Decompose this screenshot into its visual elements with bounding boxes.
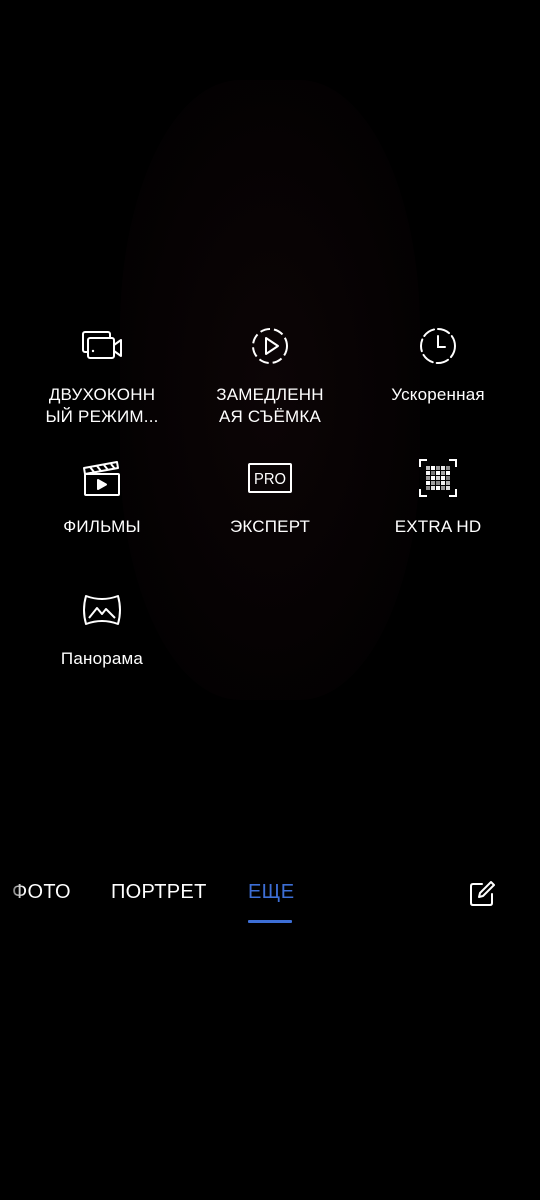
mode-label: EXTRA HD — [394, 517, 482, 536]
more-modes-grid: ДВУХОКОНН ЫЙ РЕЖИМ... ЗАМЕДЛЕНН АЯ СЪЁМК… — [0, 0, 540, 700]
mode-label: Панорама — [60, 649, 144, 668]
mode-label: ЗАМЕДЛЕНН АЯ СЪЁМКА — [216, 385, 324, 426]
mode-pro[interactable]: PRO ЭКСПЕРТ — [186, 456, 354, 538]
pro-mode-badge-text: PRO — [254, 471, 286, 488]
mode-time-lapse[interactable]: Ускоренная — [354, 324, 522, 406]
mode-label: ЭКСПЕРТ — [229, 517, 311, 536]
extra-hd-icon — [416, 456, 460, 500]
edit-modes-button[interactable] — [468, 880, 496, 908]
mode-label: ДВУХОКОНН ЫЙ РЕЖИМ... — [45, 385, 159, 426]
active-tab-indicator — [248, 920, 292, 923]
mode-panorama[interactable]: Панорама — [18, 588, 186, 670]
panorama-icon — [80, 588, 124, 632]
mode-movie[interactable]: ФИЛЬМЫ — [18, 456, 186, 538]
mode-slow-motion[interactable]: ЗАМЕДЛЕНН АЯ СЪЁМКА — [186, 324, 354, 428]
tab-portrait[interactable]: ПОРТРЕТ — [111, 880, 207, 904]
edit-icon — [470, 881, 495, 906]
mode-extra-hd[interactable]: EXTRA HD — [354, 456, 522, 538]
tab-photo[interactable]: ФОТО — [12, 880, 71, 904]
pro-mode-icon: PRO — [248, 456, 292, 500]
mode-label: Ускоренная — [391, 385, 485, 404]
time-lapse-icon — [416, 324, 460, 368]
mode-label: ФИЛЬМЫ — [63, 517, 141, 536]
tab-more[interactable]: ЕЩЕ — [248, 880, 294, 904]
camera-mode-bar: ФОТО ПОРТРЕТ ЕЩЕ — [0, 866, 540, 926]
slow-motion-icon — [248, 324, 292, 368]
mode-dual-view[interactable]: ДВУХОКОНН ЫЙ РЕЖИМ... — [18, 324, 186, 428]
dual-view-camera-icon — [80, 324, 124, 368]
clapperboard-icon — [80, 456, 124, 500]
